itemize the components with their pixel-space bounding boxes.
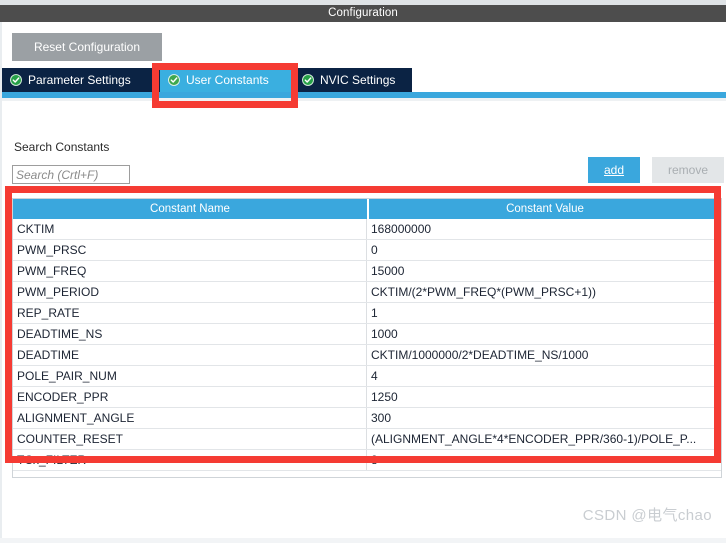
table-row[interactable]: POLE_PAIR_NUM 4 [13,366,721,387]
add-button[interactable]: add [588,157,640,183]
table-row[interactable]: PWM_FREQ 15000 [13,261,721,282]
cell-constant-name[interactable]: TCx_FILTER [13,450,367,470]
cell-constant-name[interactable]: PWM_FREQ [13,261,367,281]
table-row[interactable]: COUNTER_RESET (ALIGNMENT_ANGLE*4*ENCODER_… [13,429,721,450]
cell-constant-name[interactable]: REP_RATE [13,303,367,323]
window-body: Reset Configuration Parameter Settings U… [0,22,726,543]
cell-constant-value[interactable]: (ALIGNMENT_ANGLE*4*ENCODER_PPR/360-1)/PO… [367,429,721,449]
tab-label: User Constants [186,73,269,87]
table-header-row: Constant Name Constant Value [13,199,721,219]
window-title: Configuration [0,5,726,22]
cell-constant-value[interactable]: 15000 [367,261,721,281]
tab-label: Parameter Settings [28,73,131,87]
cell-constant-value[interactable]: 1250 [367,387,721,407]
tab-user-constants[interactable]: User Constants [160,68,296,92]
check-circle-icon [10,74,22,86]
cell-constant-value[interactable]: CKTIM/1000000/2*DEADTIME_NS/1000 [367,345,721,365]
table-row[interactable]: ALIGNMENT_ANGLE 300 [13,408,721,429]
cell-constant-value[interactable]: 168000000 [367,219,721,239]
table-row[interactable]: PWM_PRSC 0 [13,240,721,261]
watermark: CSDN @电气chao [582,507,712,524]
column-header-constant-value[interactable]: Constant Value [369,199,721,219]
table-row[interactable]: TCx_FILTER 8 [13,450,721,471]
remove-button: remove [652,157,724,183]
cell-constant-value[interactable]: 300 [367,408,721,428]
reset-configuration-button[interactable]: Reset Configuration [12,33,162,61]
table-row[interactable]: DEADTIME_NS 1000 [13,324,721,345]
window-bottom-edge [0,538,726,543]
cell-constant-name[interactable]: CKTIM [13,219,367,239]
constants-table: Constant Name Constant Value CKTIM 168000… [12,198,722,478]
tab-label: NVIC Settings [320,73,396,87]
cell-constant-value[interactable]: 4 [367,366,721,386]
tab-underline-shadow [2,98,726,101]
cell-constant-name[interactable]: COUNTER_RESET [13,429,367,449]
cell-constant-value[interactable]: CKTIM/(2*PWM_FREQ*(PWM_PRSC+1)) [367,282,721,302]
cell-constant-value[interactable]: 1 [367,303,721,323]
cell-constant-name[interactable]: ENCODER_PPR [13,387,367,407]
search-input[interactable] [12,165,130,184]
cell-constant-value[interactable]: 8 [367,450,721,470]
cell-constant-name[interactable]: PWM_PRSC [13,240,367,260]
table-row[interactable]: PWM_PERIOD CKTIM/(2*PWM_FREQ*(PWM_PRSC+1)… [13,282,721,303]
table-row[interactable]: CKTIM 168000000 [13,219,721,240]
tab-parameter-settings[interactable]: Parameter Settings [10,68,131,92]
cell-constant-value[interactable]: 0 [367,240,721,260]
cell-constant-name[interactable]: DEADTIME_NS [13,324,367,344]
search-constants-label: Search Constants [14,140,110,154]
column-header-constant-name[interactable]: Constant Name [13,199,369,219]
cell-constant-name[interactable]: POLE_PAIR_NUM [13,366,367,386]
cell-constant-name[interactable]: ALIGNMENT_ANGLE [13,408,367,428]
table-row[interactable]: ENCODER_PPR 1250 [13,387,721,408]
check-circle-icon [302,74,314,86]
configuration-window: Configuration Reset Configuration Parame… [0,0,726,543]
tab-separator [296,70,298,90]
tab-bar-filler [412,68,726,92]
cell-constant-name[interactable]: PWM_PERIOD [13,282,367,302]
cell-constant-value[interactable]: 1000 [367,324,721,344]
table-body: CKTIM 168000000 PWM_PRSC 0 PWM_FREQ 15000 PWM_… [13,219,721,471]
cell-constant-name[interactable]: DEADTIME [13,345,367,365]
tab-nvic-settings[interactable]: NVIC Settings [302,68,395,92]
table-row[interactable]: DEADTIME CKTIM/1000000/2*DEADTIME_NS/1000 [13,345,721,366]
table-row[interactable]: REP_RATE 1 [13,303,721,324]
check-circle-icon [168,74,180,86]
